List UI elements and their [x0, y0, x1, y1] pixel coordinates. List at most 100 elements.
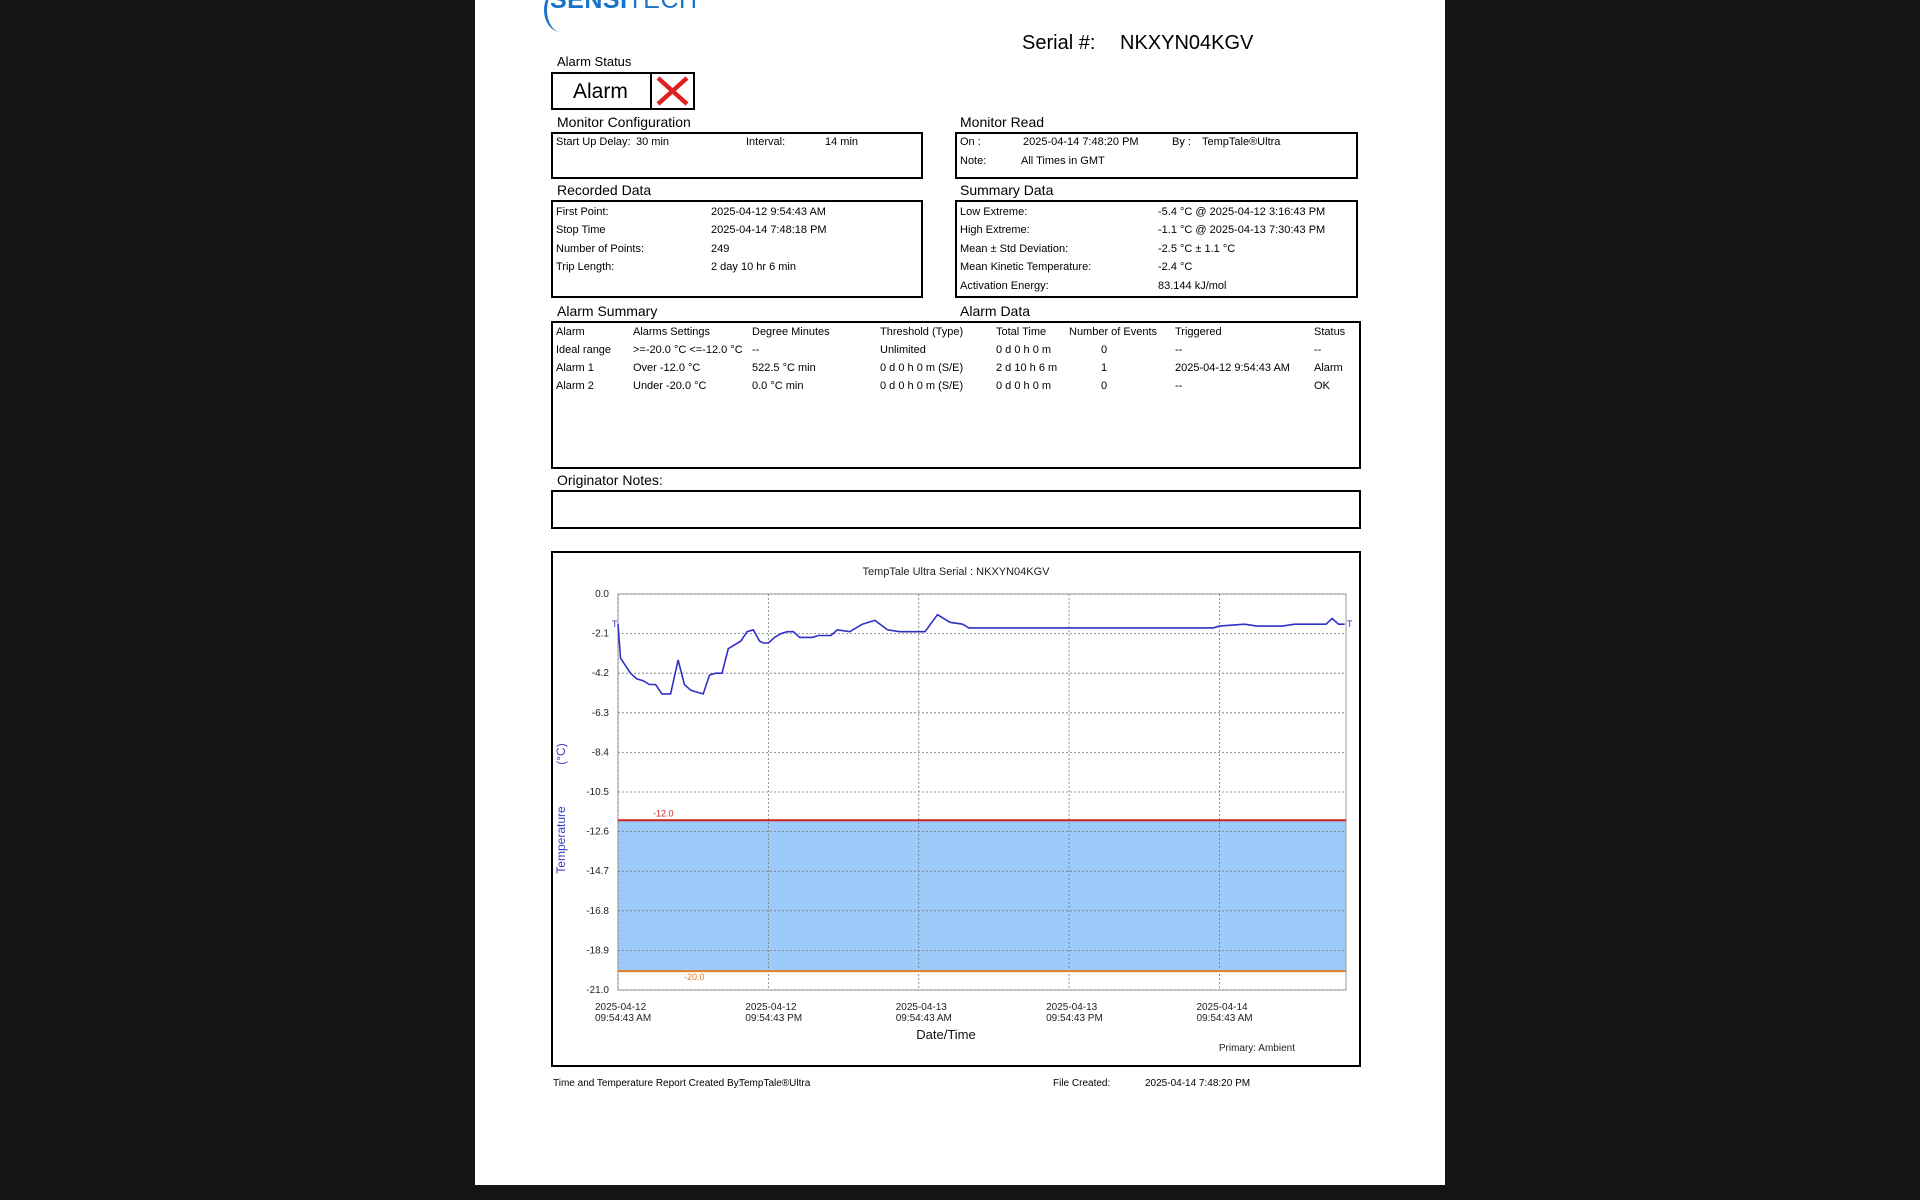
end-marker: T [1347, 619, 1353, 629]
alarm-status-box: Alarm [551, 72, 695, 110]
monitor-read-box: On : 2025-04-14 7:48:20 PM By : TempTale… [955, 132, 1358, 179]
monitor-config-box: Start Up Delay: 30 min Interval: 14 min [551, 132, 923, 179]
summary-data-box: Low Extreme: -5.4 °C @ 2025-04-12 3:16:4… [955, 200, 1358, 298]
file-created-value: 2025-04-14 7:48:20 PM [1145, 1078, 1251, 1089]
col-header-threshold: Threshold (Type) [880, 326, 964, 338]
originator-notes-title: Originator Notes: [557, 472, 663, 488]
y-tick-label: -10.5 [586, 787, 609, 798]
ideal-range-band [618, 820, 1346, 972]
y-tick-label: -18.9 [586, 945, 609, 956]
upper-limit-label: -12.0 [653, 808, 674, 818]
y-axis-label: Temperature [554, 806, 568, 874]
trip-length-label: Trip Length: [556, 261, 615, 273]
table-cell: 0 d 0 h 0 m [996, 380, 1052, 392]
y-tick-label: 0.0 [595, 589, 609, 600]
table-cell: 0 [1101, 380, 1108, 392]
y-tick-label: -16.8 [586, 906, 609, 917]
table-cell: 0 d 0 h 0 m (S/E) [880, 380, 964, 392]
logo-sub-text: TECH [627, 0, 698, 14]
temperature-chart: 0.0 -2.1 -4.2 -6.3 -8.4 -10.5 -12.6 -14.7 -16.8 -… [554, 566, 1353, 1054]
table-cell: -- [1314, 344, 1322, 356]
mean-std-value: -2.5 °C ± 1.1 °C [1158, 243, 1236, 255]
note-label: Note: [960, 155, 987, 167]
y-axis-unit: (°C) [554, 743, 568, 764]
x-tick-time: 09:54:43 AM [896, 1013, 952, 1024]
x-tick-date: 2025-04-12 [745, 1002, 797, 1013]
sensitech-logo: SENSITECH [544, 0, 698, 32]
high-extreme-value: -1.1 °C @ 2025-04-13 7:30:43 PM [1158, 224, 1326, 236]
alarm-summary-box: Alarm Alarms Settings Degree Minutes Thr… [551, 321, 1361, 469]
table-cell: -- [1175, 380, 1183, 392]
x-axis-label: Date/Time [916, 1027, 975, 1042]
low-extreme-label: Low Extreme: [960, 206, 1028, 218]
x-tick-date: 2025-04-14 [1196, 1002, 1248, 1013]
first-point-label: First Point: [556, 206, 609, 218]
table-cell: Alarm [1314, 362, 1343, 374]
table-cell: 2025-04-12 9:54:43 AM [1175, 362, 1290, 374]
on-value: 2025-04-14 7:48:20 PM [1023, 136, 1139, 148]
file-created-label: File Created: [1053, 1078, 1111, 1089]
first-point-value: 2025-04-12 9:54:43 AM [711, 206, 826, 218]
on-label: On : [960, 136, 981, 148]
serial-label: Serial #: [1022, 32, 1096, 54]
table-cell: Over -12.0 °C [633, 362, 701, 374]
mkt-label: Mean Kinetic Temperature: [960, 261, 1092, 273]
stop-time-value: 2025-04-14 7:48:18 PM [711, 224, 827, 236]
interval-value: 14 min [825, 136, 859, 148]
recorded-data-box: First Point: 2025-04-12 9:54:43 AM Stop … [551, 200, 923, 298]
alarm-status-title: Alarm Status [557, 54, 632, 69]
stop-time-label: Stop Time [556, 224, 606, 236]
y-tick-label: -4.2 [592, 668, 610, 679]
chart-box: 0.0 -2.1 -4.2 -6.3 -8.4 -10.5 -12.6 -14.7 -16.8 -… [551, 551, 1361, 1067]
col-header-degree-minutes: Degree Minutes [752, 326, 830, 338]
activation-energy-label: Activation Energy: [960, 280, 1049, 292]
mkt-value: -2.4 °C [1158, 261, 1193, 273]
lower-limit-label: -20.0 [684, 972, 705, 982]
report-page: SENSITECH Serial #: NKXYN04KGV Alarm Sta… [475, 0, 1445, 1185]
col-header-alarm: Alarm [556, 326, 585, 338]
y-tick-label: -8.4 [592, 747, 610, 758]
created-by-label: Time and Temperature Report Created By: [553, 1078, 742, 1089]
x-tick-time: 09:54:43 PM [745, 1013, 802, 1024]
summary-data-title: Summary Data [960, 182, 1054, 198]
y-tick-label: -2.1 [592, 629, 610, 640]
table-cell: Under -20.0 °C [633, 380, 707, 392]
x-tick-time: 09:54:43 AM [1196, 1013, 1252, 1024]
table-cell: OK [1314, 380, 1330, 392]
table-cell: >=-20.0 °C <=-12.0 °C [633, 344, 743, 356]
note-value: All Times in GMT [1021, 155, 1105, 167]
primary-ambient-label: Primary: Ambient [1219, 1043, 1295, 1054]
x-tick-date: 2025-04-13 [1046, 1002, 1098, 1013]
serial-value: NKXYN04KGV [1120, 32, 1254, 54]
activation-energy-value: 83.144 kJ/mol [1158, 280, 1227, 292]
alarm-status-value: Alarm [573, 80, 628, 103]
table-cell: 0.0 °C min [752, 380, 804, 392]
table-cell: 0 d 0 h 0 m [996, 344, 1052, 356]
col-header-total-time: Total Time [996, 326, 1047, 338]
table-cell: 0 d 0 h 0 m (S/E) [880, 362, 964, 374]
low-extreme-value: -5.4 °C @ 2025-04-12 3:16:43 PM [1158, 206, 1326, 218]
col-header-status: Status [1314, 326, 1346, 338]
num-points-value: 249 [711, 243, 730, 255]
x-tick-time: 09:54:43 AM [595, 1013, 651, 1024]
col-header-num-events: Number of Events [1069, 326, 1158, 338]
table-cell: Unlimited [880, 344, 926, 356]
y-tick-label: -21.0 [586, 985, 609, 996]
created-by-value: TempTale®Ultra [739, 1078, 811, 1089]
col-header-settings: Alarms Settings [633, 326, 711, 338]
start-delay-value: 30 min [636, 136, 670, 148]
table-cell: Alarm 2 [556, 380, 594, 392]
alarm-summary-title: Alarm Summary [557, 303, 658, 319]
high-extreme-label: High Extreme: [960, 224, 1030, 236]
x-icon [650, 74, 693, 108]
table-cell: 2 d 10 h 6 m [996, 362, 1058, 374]
by-label: By : [1172, 136, 1191, 148]
by-value: TempTale®Ultra [1202, 136, 1281, 148]
y-tick-label: -6.3 [592, 708, 610, 719]
x-tick-time: 09:54:43 PM [1046, 1013, 1103, 1024]
monitor-config-title: Monitor Configuration [557, 114, 691, 130]
trip-length-value: 2 day 10 hr 6 min [711, 261, 796, 273]
x-tick-date: 2025-04-12 [595, 1002, 647, 1013]
y-tick-label: -14.7 [586, 866, 609, 877]
chart-title: TempTale Ultra Serial : NKXYN04KGV [862, 566, 1050, 578]
